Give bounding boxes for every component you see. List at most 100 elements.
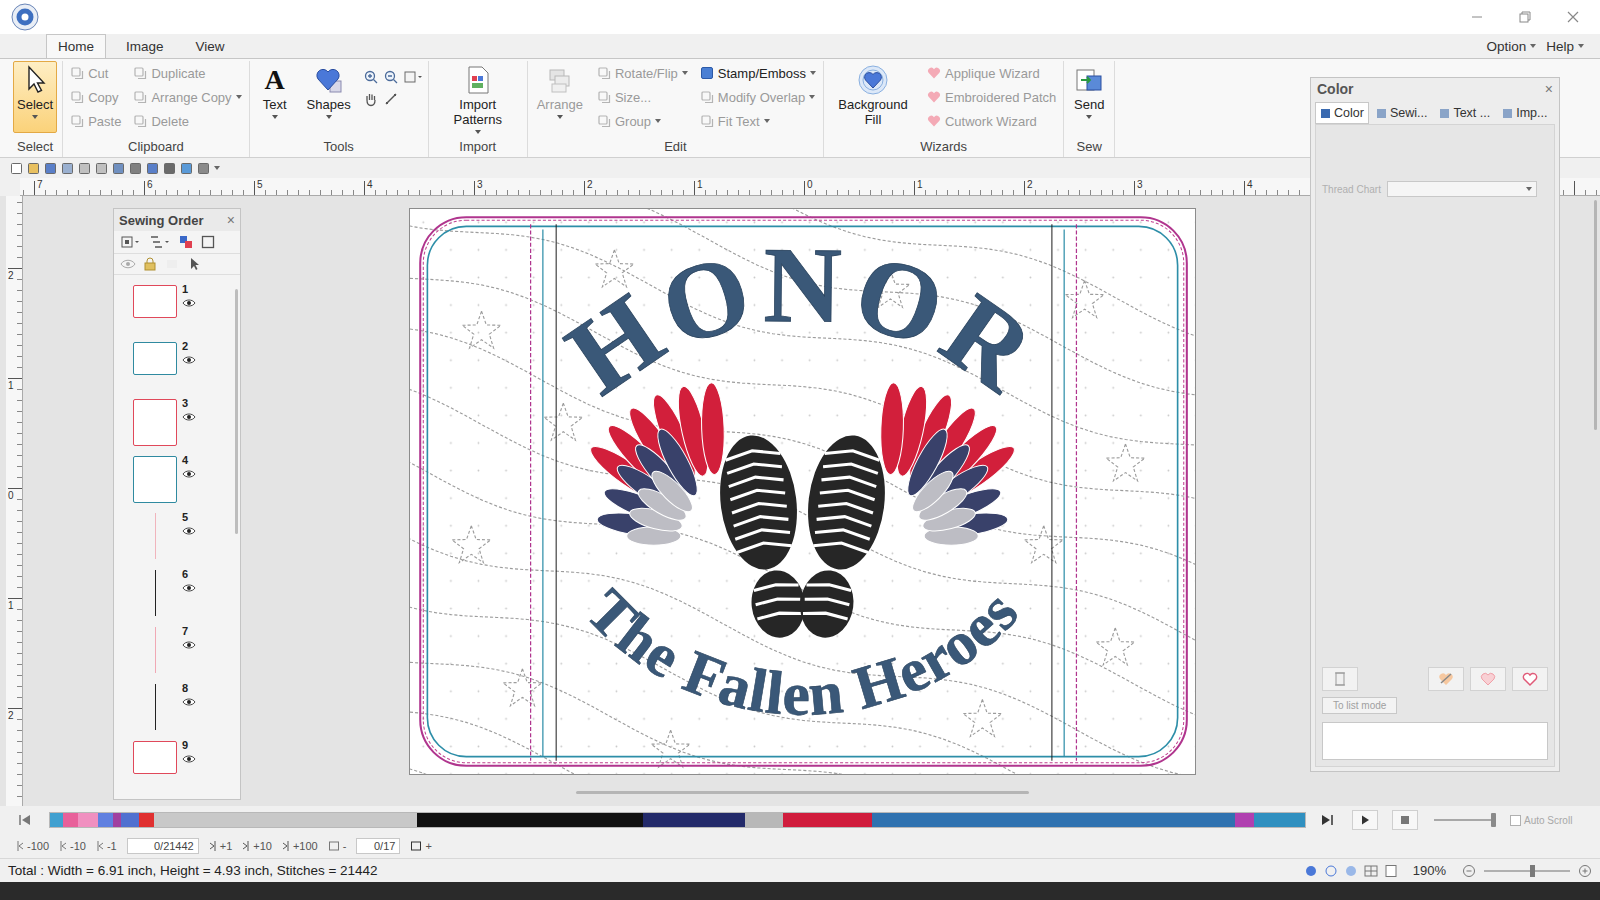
ribbon-button[interactable]: Select [13, 61, 57, 133]
color-forward-button[interactable]: + [410, 840, 431, 852]
menu-item[interactable]: Help [1546, 39, 1584, 54]
color-sort-icon[interactable] [178, 234, 194, 250]
menu-item[interactable]: Option [1486, 39, 1536, 54]
ribbon-button[interactable]: Group [595, 113, 690, 130]
go-to-start-icon[interactable] [14, 812, 36, 828]
zoom-fit-icon[interactable] [403, 69, 423, 85]
ribbon-button[interactable]: Send [1069, 61, 1109, 133]
ribbon-button[interactable]: Modify Overlap [698, 89, 818, 106]
ribbon-button[interactable]: Copy [68, 89, 123, 106]
stitch-back-button[interactable]: -10 [59, 840, 86, 852]
ribbon-button[interactable]: Paste [68, 113, 123, 130]
eye-icon[interactable] [182, 469, 196, 479]
embroidery-design[interactable]: HONOR The Fallen Heroes [410, 209, 1195, 774]
thread-button[interactable] [1322, 667, 1358, 691]
zoom-in-icon[interactable] [1578, 864, 1592, 878]
ribbon-button[interactable]: Import Patterns [434, 61, 522, 133]
ribbon-tab[interactable]: View [184, 34, 237, 58]
zoom-out-icon[interactable] [1462, 864, 1476, 878]
eye-icon[interactable] [182, 526, 196, 536]
blank-icon[interactable] [164, 257, 180, 271]
ribbon-button[interactable]: Shapes [303, 61, 355, 133]
frame-icon[interactable] [200, 234, 216, 250]
heart-button[interactable] [1428, 667, 1464, 691]
panel-tab[interactable]: Imp... [1497, 102, 1552, 124]
ribbon-button[interactable]: Fit Text [698, 113, 818, 130]
ribbon-button[interactable]: Size... [595, 89, 690, 106]
sewing-order-item[interactable]: 6 [114, 568, 232, 625]
pan-hand-icon[interactable] [363, 91, 379, 107]
restore-icon[interactable] [1512, 7, 1538, 27]
stitch-forward-button[interactable]: +10 [242, 840, 272, 852]
stitch-back-button[interactable]: -100 [16, 840, 49, 852]
close-button[interactable]: × [1545, 81, 1553, 97]
app-logo-icon[interactable] [11, 3, 39, 31]
design-page[interactable]: HONOR The Fallen Heroes [409, 208, 1196, 775]
outline-view-icon[interactable] [1343, 864, 1359, 878]
design-title-text[interactable]: HONOR [546, 224, 1060, 417]
eye-icon[interactable] [120, 257, 136, 271]
sewing-order-item[interactable]: 7 [114, 625, 232, 682]
sort-icon[interactable] [148, 234, 172, 250]
view-mode-icon[interactable] [120, 234, 142, 250]
speed-slider[interactable] [1434, 812, 1500, 828]
toolbar-button-icon[interactable] [10, 162, 23, 175]
panel-tab[interactable]: Color [1315, 102, 1369, 124]
zoom-in-icon[interactable] [363, 69, 379, 85]
eye-icon[interactable] [182, 412, 196, 422]
scrollbar[interactable] [232, 283, 240, 799]
sewing-order-item[interactable]: 2 [114, 340, 232, 397]
toolbar-button-icon[interactable] [27, 162, 40, 175]
ribbon-button[interactable]: Applique Wizard [925, 65, 1058, 82]
ribbon-button[interactable]: Delete [131, 113, 243, 130]
list-mode-button[interactable]: To list mode [1322, 697, 1397, 714]
heart-button[interactable] [1470, 667, 1506, 691]
sewing-order-item[interactable]: 9 [114, 739, 232, 796]
ribbon-button[interactable]: Arrange [533, 61, 587, 133]
sewing-order-item[interactable]: 5 [114, 511, 232, 568]
toolbar-button-icon[interactable] [112, 162, 125, 175]
ribbon-button[interactable]: Background Fill [829, 61, 917, 133]
stitch-forward-button[interactable]: +100 [282, 840, 318, 852]
design-subtitle-text[interactable]: The Fallen Heroes [574, 576, 1031, 728]
stop-button[interactable] [1392, 810, 1418, 830]
zoom-out-icon[interactable] [383, 69, 399, 85]
ribbon-tab[interactable]: Home [46, 34, 106, 58]
sewing-order-item[interactable]: 4 [114, 454, 232, 511]
ribbon-button[interactable]: Cut [68, 65, 123, 82]
horizontal-scrollbar[interactable] [576, 791, 1029, 794]
lock-icon[interactable] [142, 257, 158, 271]
stitch-view-icon[interactable] [1323, 864, 1339, 878]
toolbar-button-icon[interactable] [146, 162, 159, 175]
stitch-counter[interactable]: 0/21442 [127, 838, 199, 854]
close-button[interactable]: × [227, 212, 235, 228]
color-counter[interactable]: 0/17 [356, 838, 400, 854]
eye-icon[interactable] [182, 640, 196, 650]
heart-button[interactable] [1512, 667, 1548, 691]
toolbar-button-icon[interactable] [129, 162, 142, 175]
preview-icon[interactable] [1383, 864, 1399, 878]
realistic-view-icon[interactable] [1303, 864, 1319, 878]
eye-icon[interactable] [182, 583, 196, 593]
toolbar-button-icon[interactable] [78, 162, 91, 175]
grid-view-icon[interactable] [1363, 864, 1379, 878]
eye-icon[interactable] [182, 754, 196, 764]
panel-tab[interactable]: Sewi... [1371, 102, 1433, 124]
toolbar-button-icon[interactable] [197, 162, 210, 175]
thread-chart-dropdown[interactable] [1387, 181, 1537, 197]
toolbar-button-icon[interactable] [44, 162, 57, 175]
stitch-forward-button[interactable]: +1 [209, 840, 233, 852]
toolbar-button-icon[interactable] [163, 162, 176, 175]
close-icon[interactable] [1560, 7, 1586, 27]
ribbon-button[interactable]: AText [255, 61, 295, 133]
thread-color-timeline[interactable] [49, 812, 1306, 828]
sewing-order-item[interactable]: 8 [114, 682, 232, 739]
minimize-icon[interactable] [1464, 7, 1490, 27]
color-back-button[interactable]: - [328, 840, 347, 852]
eye-icon[interactable] [182, 355, 196, 365]
ribbon-button[interactable]: Embroidered Patch [925, 89, 1058, 106]
toolbar-button-icon[interactable] [95, 162, 108, 175]
sewing-order-item[interactable]: 1 [114, 283, 232, 340]
eye-icon[interactable] [182, 697, 196, 707]
ribbon-button[interactable]: Arrange Copy [131, 89, 243, 106]
